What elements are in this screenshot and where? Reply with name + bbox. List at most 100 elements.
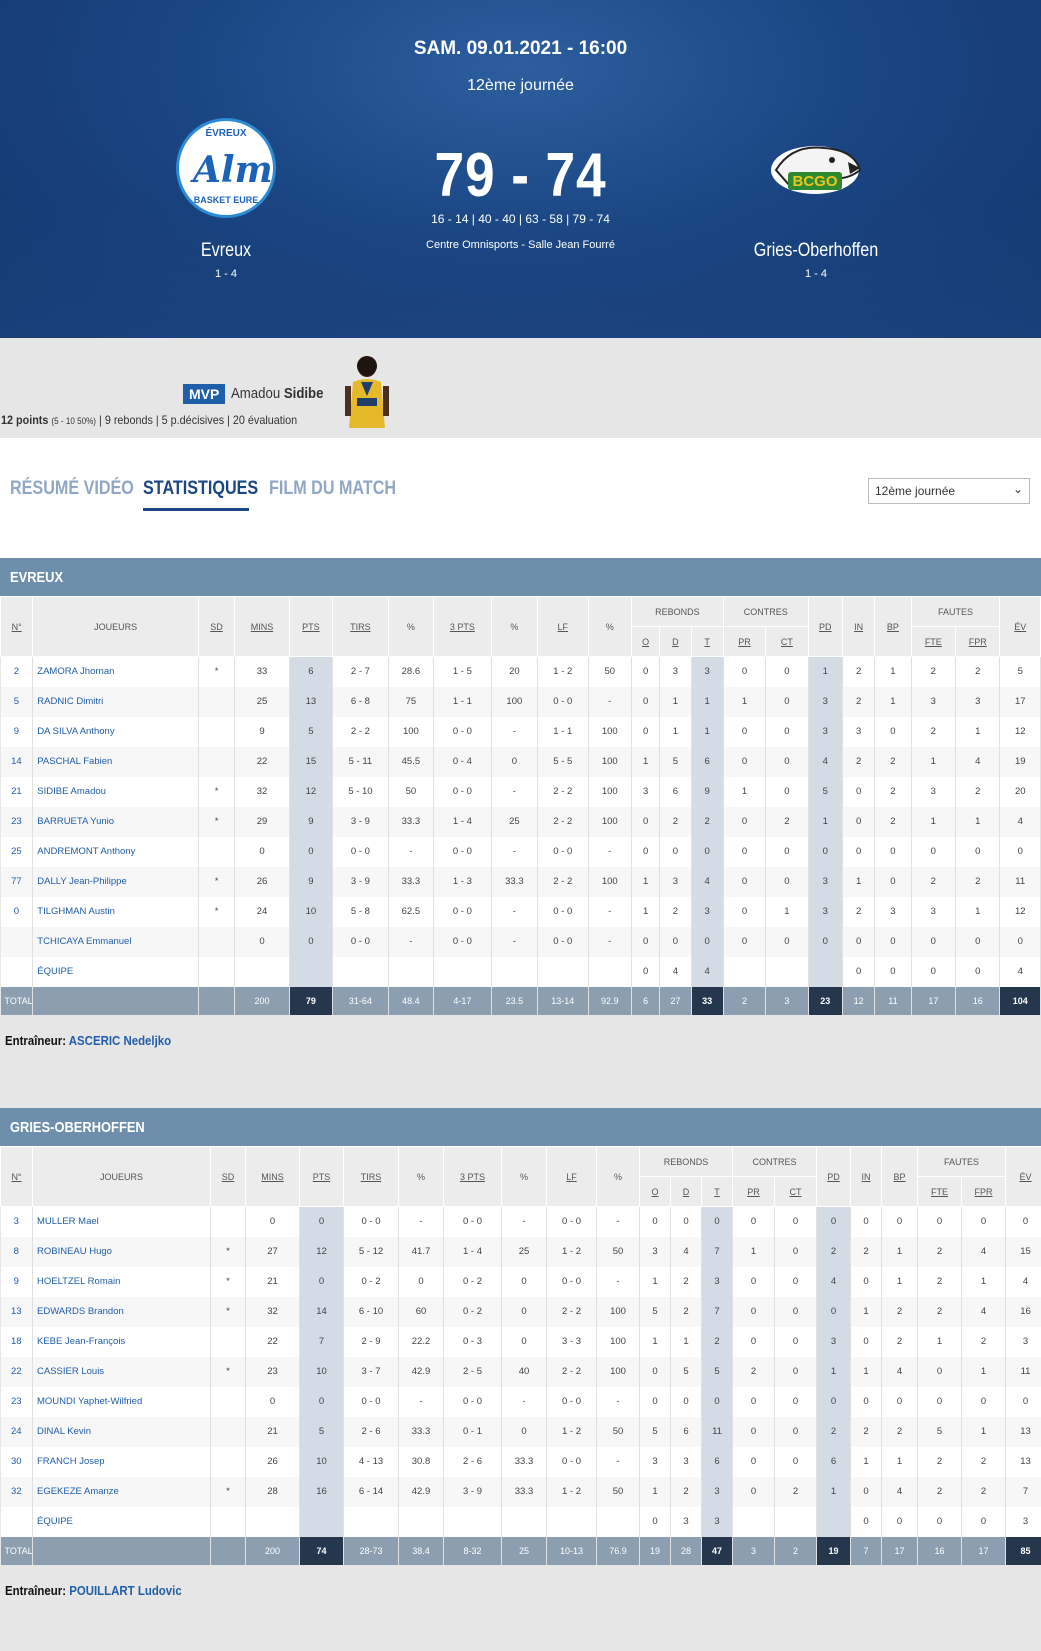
stat-cell: 12 xyxy=(1000,717,1041,747)
header-pd[interactable]: PD xyxy=(817,1147,851,1207)
away-team[interactable]: Gries-Oberhoffen 1 - 4 xyxy=(706,118,926,280)
header-o[interactable]: O xyxy=(631,627,659,657)
stat-cell: 2 xyxy=(775,1477,817,1507)
header-mins[interactable]: MINS xyxy=(246,1147,300,1207)
stat-cell: 2 - 5 xyxy=(444,1357,502,1387)
player-name-link[interactable]: MULLER Mael xyxy=(33,1207,211,1237)
stat-cell: 0 xyxy=(766,777,808,807)
player-name-link[interactable]: MOUNDI Yaphet-Wilfried xyxy=(33,1387,211,1417)
player-name-link[interactable]: ANDREMONT Anthony xyxy=(33,837,199,867)
player-name-link[interactable]: EGEKEZE Amanze xyxy=(33,1477,211,1507)
stat-cell: 1 - 1 xyxy=(434,687,492,717)
player-name-link[interactable]: HOELTZEL Romain xyxy=(33,1267,211,1297)
total-cell: 27 xyxy=(660,987,691,1015)
header-t[interactable]: T xyxy=(702,1177,733,1207)
stat-cell: 3 - 9 xyxy=(333,807,389,837)
player-name-link[interactable]: EDWARDS Brandon xyxy=(33,1297,211,1327)
stat-cell: 2 xyxy=(842,747,874,777)
stat-cell: 0 - 0 xyxy=(434,837,492,867)
stat-cell: 3 xyxy=(1006,1507,1041,1537)
round-select[interactable]: 12ème journée ⌄ xyxy=(868,478,1030,504)
header-d[interactable]: D xyxy=(671,1177,702,1207)
stat-cell: 2 - 2 xyxy=(538,807,588,837)
player-name-link[interactable]: SIDIBE Amadou xyxy=(33,777,199,807)
header-ct[interactable]: CT xyxy=(775,1177,817,1207)
header-pts[interactable]: PTS xyxy=(300,1147,344,1207)
stat-cell: 2 xyxy=(882,1327,918,1357)
player-name-link[interactable]: PASCHAL Fabien xyxy=(33,747,199,777)
tab-match-film[interactable]: FILM DU MATCH xyxy=(269,478,396,500)
stat-cell: 0 xyxy=(702,1387,733,1417)
header-tirs[interactable]: TIRS xyxy=(344,1147,399,1207)
stat-cell: 5 xyxy=(702,1357,733,1387)
stat-cell xyxy=(388,957,433,987)
stat-cell: 0 xyxy=(775,1297,817,1327)
player-name-link[interactable]: KEBE Jean-François xyxy=(33,1327,211,1357)
stat-cell: 0 - 0 xyxy=(538,837,588,867)
tab-statistics[interactable]: STATISTIQUES xyxy=(143,478,258,500)
header-bp[interactable]: BP xyxy=(882,1147,918,1207)
header-sd[interactable]: SD xyxy=(198,597,234,657)
mvp-player-name[interactable]: Amadou Sidibe xyxy=(231,385,323,402)
header-pts[interactable]: PTS xyxy=(289,597,332,657)
stat-cell: 0 xyxy=(631,957,659,987)
header-bp[interactable]: BP xyxy=(875,597,911,657)
tab-video-summary[interactable]: RÉSUMÉ VIDÉO xyxy=(10,478,134,500)
stat-cell: 7 xyxy=(300,1327,344,1357)
header-fte[interactable]: FTE xyxy=(918,1177,962,1207)
stat-cell: 2 xyxy=(671,1267,702,1297)
header-o[interactable]: O xyxy=(640,1177,671,1207)
header-num[interactable]: N° xyxy=(1,1147,33,1207)
player-name-link[interactable]: DALLY Jean-Philippe xyxy=(33,867,199,897)
player-name-link[interactable]: DINAL Kevin xyxy=(33,1417,211,1447)
header-pr[interactable]: PR xyxy=(733,1177,775,1207)
player-name-link[interactable]: DA SILVA Anthony xyxy=(33,717,199,747)
header-pd[interactable]: PD xyxy=(808,597,842,657)
stat-cell: 2 xyxy=(842,687,874,717)
stat-cell xyxy=(198,837,234,867)
header-fpr[interactable]: FPR xyxy=(956,627,1000,657)
stat-cell: 0 xyxy=(842,837,874,867)
player-name-link[interactable]: TILGHMAN Austin xyxy=(33,897,199,927)
coach-name-link[interactable]: POUILLART Ludovic xyxy=(69,1583,182,1598)
stat-cell: 16 xyxy=(1006,1297,1041,1327)
player-name-link[interactable]: ROBINEAU Hugo xyxy=(33,1237,211,1267)
header-sd[interactable]: SD xyxy=(211,1147,246,1207)
player-row: 9DA SILVA Anthony952 - 21000 - 0-1 - 110… xyxy=(1,717,1041,747)
stat-cell: 0 xyxy=(882,1387,918,1417)
coach-name-link[interactable]: ASCERIC Nedeljko xyxy=(69,1033,171,1048)
header-pr[interactable]: PR xyxy=(723,627,765,657)
player-name-link[interactable]: CASSIER Louis xyxy=(33,1357,211,1387)
header-lf[interactable]: LF xyxy=(547,1147,597,1207)
stat-cell xyxy=(211,1417,246,1447)
header-num[interactable]: N° xyxy=(1,597,33,657)
player-name-link[interactable]: RADNIC Dimitri xyxy=(33,687,199,717)
header-ev[interactable]: ÉV xyxy=(1006,1147,1041,1207)
header-lf[interactable]: LF xyxy=(538,597,588,657)
header-d[interactable]: D xyxy=(660,627,691,657)
header-in[interactable]: IN xyxy=(851,1147,882,1207)
player-name-link[interactable]: TCHICAYA Emmanuel xyxy=(33,927,199,957)
header-mins[interactable]: MINS xyxy=(235,597,290,657)
stat-cell: 0 xyxy=(246,1387,300,1417)
header-three[interactable]: 3 PTS xyxy=(434,597,492,657)
stat-cell: 22 xyxy=(246,1327,300,1357)
away-team-name[interactable]: Gries-Oberhoffen xyxy=(723,240,910,262)
stat-cell: 0 xyxy=(733,1387,775,1417)
header-fpr[interactable]: FPR xyxy=(962,1177,1006,1207)
player-row: ÉQUIPE03300003 xyxy=(1,1507,1041,1537)
stat-cell: 10 xyxy=(300,1447,344,1477)
stat-cell: 17 xyxy=(1000,687,1041,717)
stat-cell: 3 xyxy=(817,1327,851,1357)
stat-cell: 3 xyxy=(911,897,955,927)
header-tirs[interactable]: TIRS xyxy=(333,597,389,657)
header-fte[interactable]: FTE xyxy=(911,627,955,657)
header-in[interactable]: IN xyxy=(842,597,874,657)
header-ev[interactable]: ÉV xyxy=(1000,597,1041,657)
header-t[interactable]: T xyxy=(691,627,723,657)
header-three[interactable]: 3 PTS xyxy=(444,1147,502,1207)
header-ct[interactable]: CT xyxy=(766,627,808,657)
player-name-link[interactable]: BARRUETA Yunio xyxy=(33,807,199,837)
player-name-link[interactable]: ZAMORA Jhornan xyxy=(33,657,199,687)
player-name-link[interactable]: FRANCH Josep xyxy=(33,1447,211,1477)
